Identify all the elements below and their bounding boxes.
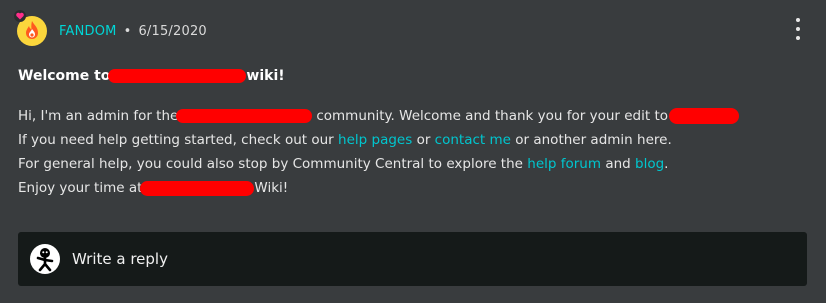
user-avatar-icon <box>30 244 60 274</box>
kebab-dot <box>796 27 800 31</box>
kebab-dot <box>796 18 800 22</box>
body-text: For general help, you could also stop by… <box>18 156 523 172</box>
body-text: or <box>416 132 431 148</box>
meta-separator: • <box>123 23 132 39</box>
redaction-mark <box>140 180 255 196</box>
help-pages-link[interactable]: help pages <box>338 128 412 152</box>
body-line-4: Enjoy your time at Wiki! <box>18 176 739 200</box>
body-text: community. Welcome and thank you for you… <box>316 108 669 124</box>
post-title: Welcome to wiki! <box>18 68 285 84</box>
body-text: or another admin here. <box>515 132 672 148</box>
post-body: Hi, I'm an admin for the community. Welc… <box>18 104 740 200</box>
redaction-mark <box>108 69 247 83</box>
body-text: If you need help getting started, check … <box>18 132 334 148</box>
fandom-flame-icon <box>26 21 38 39</box>
title-suffix: wiki! <box>246 68 285 84</box>
contact-me-link[interactable]: contact me <box>435 128 511 152</box>
post-meta: FANDOM • 6/15/2020 <box>59 24 207 39</box>
blog-link[interactable]: blog <box>635 152 664 176</box>
stick-figure-icon <box>36 248 54 272</box>
body-text: and <box>605 156 631 172</box>
body-text: Hi, I'm an admin for the <box>18 108 179 124</box>
body-text: . <box>664 156 669 172</box>
redaction-mark <box>176 109 313 123</box>
post-header: FANDOM • 6/15/2020 <box>14 10 207 48</box>
body-text: Wiki! <box>254 180 289 196</box>
body-line-3: For general help, you could also stop by… <box>18 152 739 176</box>
source-link[interactable]: FANDOM <box>59 24 117 39</box>
redaction-mark <box>669 108 740 124</box>
body-line-2: If you need help getting started, check … <box>18 128 739 152</box>
message-card: FANDOM • 6/15/2020 Welcome to wiki! Hi, … <box>0 0 826 303</box>
kebab-menu-icon[interactable] <box>790 18 806 40</box>
reply-input[interactable]: Write a reply <box>18 232 807 286</box>
post-date: 6/15/2020 <box>138 23 207 39</box>
title-prefix: Welcome to <box>18 68 111 84</box>
reply-placeholder: Write a reply <box>72 250 168 268</box>
heart-badge-icon <box>14 10 26 22</box>
body-line-1: Hi, I'm an admin for the community. Welc… <box>18 104 740 128</box>
fandom-avatar[interactable] <box>14 10 47 46</box>
body-text: Enjoy your time at <box>18 180 143 196</box>
help-forum-link[interactable]: help forum <box>527 152 601 176</box>
kebab-dot <box>796 36 800 40</box>
